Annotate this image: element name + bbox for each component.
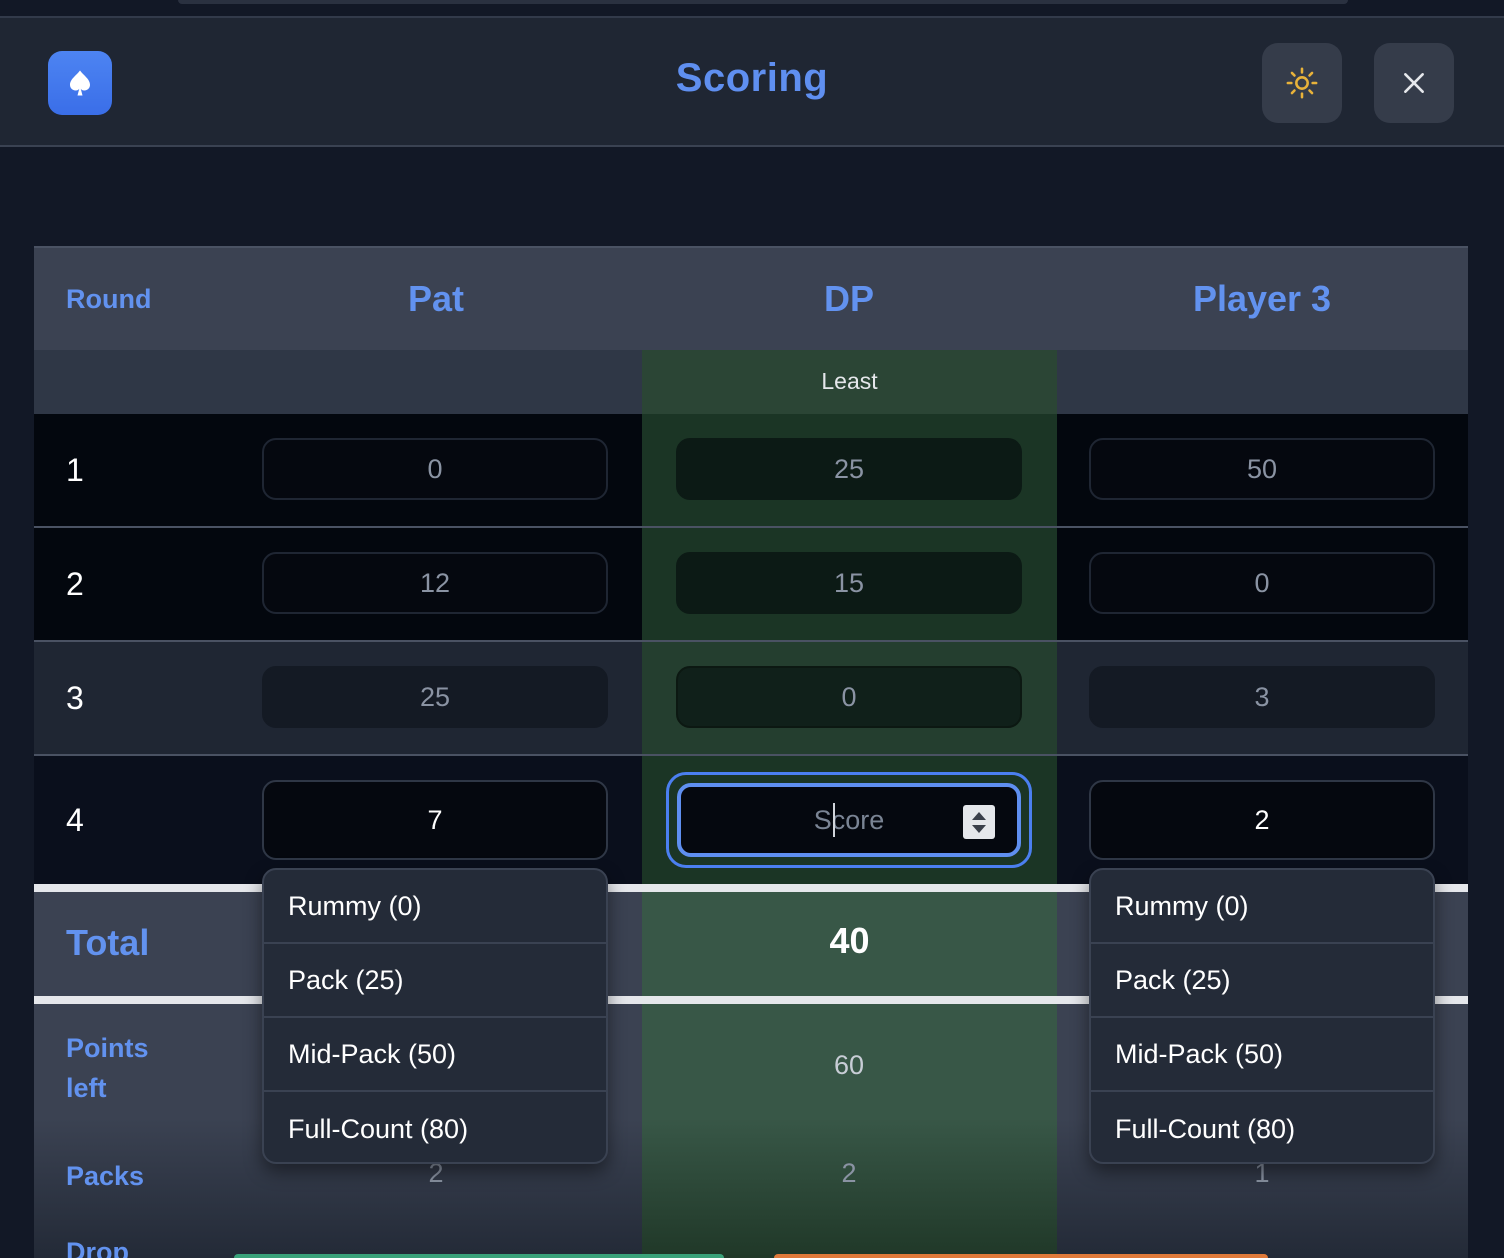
- drop-label: Drop: [66, 1237, 129, 1258]
- dropdown-option-full-count[interactable]: Full-Count (80): [264, 1092, 606, 1162]
- number-stepper[interactable]: [963, 805, 995, 839]
- points-left-label: Points left: [66, 1033, 149, 1103]
- score-input[interactable]: 0: [676, 666, 1022, 728]
- score-input[interactable]: 7: [262, 780, 608, 860]
- total-label: Total: [66, 922, 150, 963]
- text-caret: [833, 803, 835, 837]
- player-header-pat[interactable]: Pat: [286, 278, 586, 320]
- stepper-up-icon[interactable]: [972, 811, 986, 820]
- score-input-active[interactable]: Score: [677, 783, 1021, 857]
- packs-label: Packs: [66, 1161, 145, 1191]
- points-left-value-dp: 60: [833, 1050, 865, 1080]
- score-placeholder: Score: [813, 804, 885, 835]
- sun-icon: [1286, 67, 1318, 99]
- dropdown-option-mid-pack[interactable]: Mid-Pack (50): [264, 1018, 606, 1092]
- dropdown-option-rummy[interactable]: Rummy (0): [1091, 870, 1433, 944]
- dropdown-option-pack[interactable]: Pack (25): [264, 944, 606, 1018]
- dropdown-option-full-count[interactable]: Full-Count (80): [1091, 1092, 1433, 1162]
- round-number: 4: [66, 802, 84, 838]
- stepper-down-icon[interactable]: [972, 824, 986, 833]
- score-suggestion-dropdown-player-3: Rummy (0) Pack (25) Mid-Pack (50) Full-C…: [1089, 868, 1435, 1164]
- round-column-header: Round: [66, 284, 152, 314]
- packs-value-dp: 2: [841, 1158, 857, 1188]
- table-row: 2 12 15 0: [34, 528, 1468, 642]
- close-button[interactable]: [1374, 43, 1454, 123]
- round-number: 2: [66, 566, 84, 602]
- dropdown-option-mid-pack[interactable]: Mid-Pack (50): [1091, 1018, 1433, 1092]
- score-input[interactable]: 50: [1089, 438, 1435, 500]
- round-number: 3: [66, 680, 84, 716]
- theme-toggle-button[interactable]: [1262, 43, 1342, 123]
- total-value-dp: 40: [829, 920, 870, 961]
- top-strip: [178, 0, 1348, 4]
- table-row: 1 0 25 50: [34, 414, 1468, 528]
- score-input[interactable]: 25: [262, 666, 608, 728]
- table-row: 3 25 0 3: [34, 642, 1468, 756]
- score-input[interactable]: 15: [676, 552, 1022, 614]
- score-suggestion-dropdown-pat: Rummy (0) Pack (25) Mid-Pack (50) Full-C…: [262, 868, 608, 1164]
- score-input[interactable]: 0: [1089, 552, 1435, 614]
- player-header-dp[interactable]: DP: [699, 278, 999, 320]
- app-header: Scoring: [0, 16, 1504, 147]
- action-button-green[interactable]: [234, 1254, 724, 1258]
- table-header: Round Pat DP Player 3: [34, 246, 1468, 350]
- score-input[interactable]: 3: [1089, 666, 1435, 728]
- close-icon: [1404, 73, 1424, 93]
- dropdown-option-pack[interactable]: Pack (25): [1091, 944, 1433, 1018]
- score-input[interactable]: 25: [676, 438, 1022, 500]
- dropdown-option-rummy[interactable]: Rummy (0): [264, 870, 606, 944]
- player-header-player-3[interactable]: Player 3: [1112, 278, 1412, 320]
- least-badge: Least: [821, 368, 878, 394]
- action-button-orange[interactable]: [774, 1254, 1268, 1258]
- score-input[interactable]: 12: [262, 552, 608, 614]
- score-input[interactable]: 0: [262, 438, 608, 500]
- score-input[interactable]: 2: [1089, 780, 1435, 860]
- leader-row: Least: [34, 350, 1468, 414]
- active-score-input-focus-ring: Score: [666, 772, 1032, 868]
- round-number: 1: [66, 452, 84, 488]
